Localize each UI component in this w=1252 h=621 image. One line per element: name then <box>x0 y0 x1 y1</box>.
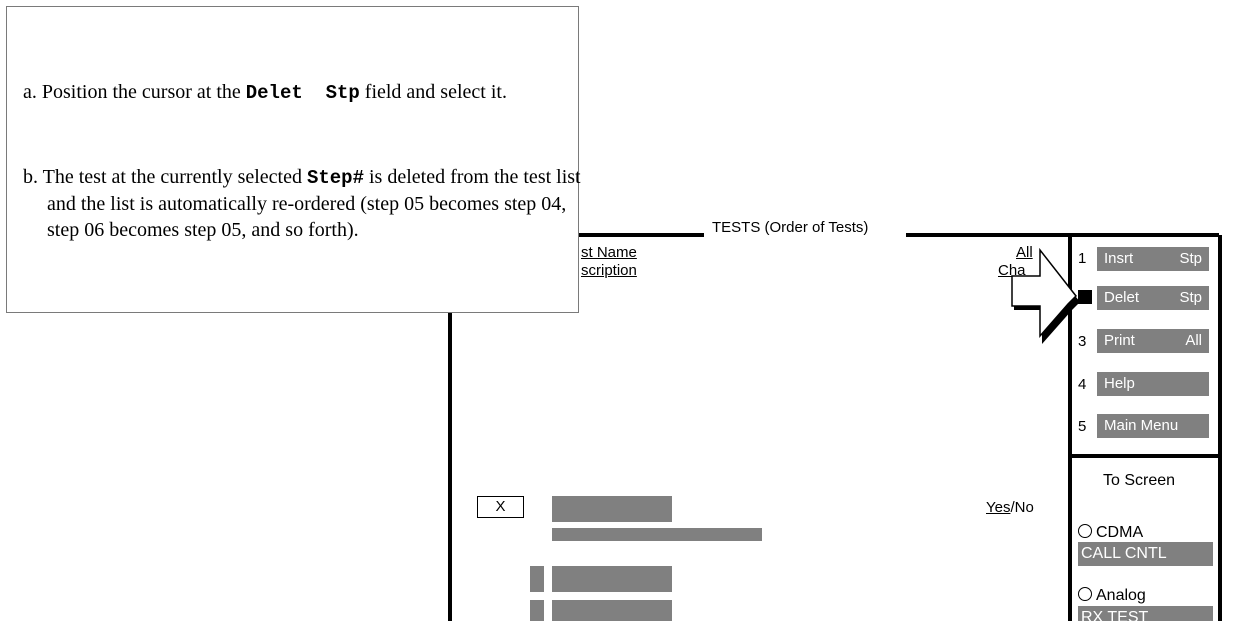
column-test-name: st Name <box>581 244 637 261</box>
cdma-radio-option[interactable]: CDMA <box>1078 524 1143 542</box>
test-description-field[interactable] <box>552 528 762 541</box>
field-name: Step# <box>306 167 364 189</box>
softkey-label: Delet <box>1104 289 1140 306</box>
test-name-field[interactable] <box>552 600 672 621</box>
softkey-label: Print <box>1104 332 1135 349</box>
call-cntl-screen-button[interactable]: CALL CNTL <box>1078 542 1213 566</box>
screen-title: TESTS (Order of Tests) <box>712 219 869 236</box>
field-name: Delet Stp <box>245 82 360 104</box>
rx-test-screen-button[interactable]: RX TEST <box>1078 606 1213 621</box>
to-screen-separator <box>1068 454 1222 458</box>
no-option[interactable]: /No <box>1010 499 1033 516</box>
radio-label: CDMA <box>1096 524 1144 541</box>
test-name-field[interactable] <box>552 566 672 592</box>
analog-radio-option[interactable]: Analog <box>1078 587 1146 605</box>
radio-label: Analog <box>1096 587 1146 604</box>
yes-no-toggle[interactable]: Yes/No <box>986 499 1034 516</box>
step-text: Position the cursor at the <box>41 81 246 103</box>
step-tag: b. <box>23 166 38 188</box>
radio-button-icon[interactable] <box>1078 524 1092 538</box>
print-all-button[interactable]: Print All <box>1097 329 1209 353</box>
help-button[interactable]: Help <box>1097 372 1209 396</box>
step-number-field[interactable] <box>530 566 544 592</box>
step-number-field[interactable] <box>530 600 544 621</box>
softkey-number-4: 4 <box>1078 376 1087 393</box>
to-screen-label: To Screen <box>1103 472 1176 489</box>
insert-step-button[interactable]: Insrt Stp <box>1097 247 1209 271</box>
frame-left-border <box>448 313 452 621</box>
delete-step-button[interactable]: Delet Stp <box>1097 286 1209 310</box>
softkey-label: Stp <box>1179 289 1202 306</box>
step-select-box[interactable]: X <box>477 496 524 518</box>
softkey-label: All <box>1185 332 1202 349</box>
softkey-number-5: 5 <box>1078 418 1087 435</box>
softkey-label: Help <box>1104 375 1135 392</box>
softkey-label: Stp <box>1179 250 1202 267</box>
instruction-step-b: b. The test at the currently selected St… <box>23 164 592 243</box>
step-tag: a. <box>23 81 37 103</box>
instruction-callout: a. Position the cursor at the Delet Stp … <box>6 6 581 313</box>
instruction-step-a: a. Position the cursor at the Delet Stp … <box>23 79 592 106</box>
pointer-arrow-icon <box>1011 248 1080 344</box>
frame-top-border-right <box>906 233 1219 237</box>
frame-right-border <box>1218 235 1222 621</box>
column-description: scription <box>581 262 637 279</box>
main-menu-button[interactable]: Main Menu <box>1097 414 1209 438</box>
softkey-label: Insrt <box>1104 250 1134 267</box>
softkey-label: Main Menu <box>1104 417 1179 434</box>
frame-top-border <box>574 233 704 237</box>
step-text: The test at the currently selected <box>42 166 307 188</box>
radio-button-icon[interactable] <box>1078 587 1092 601</box>
test-name-field[interactable] <box>552 496 672 522</box>
step-text: field and select it. <box>359 81 507 103</box>
yes-option[interactable]: Yes <box>986 499 1010 516</box>
